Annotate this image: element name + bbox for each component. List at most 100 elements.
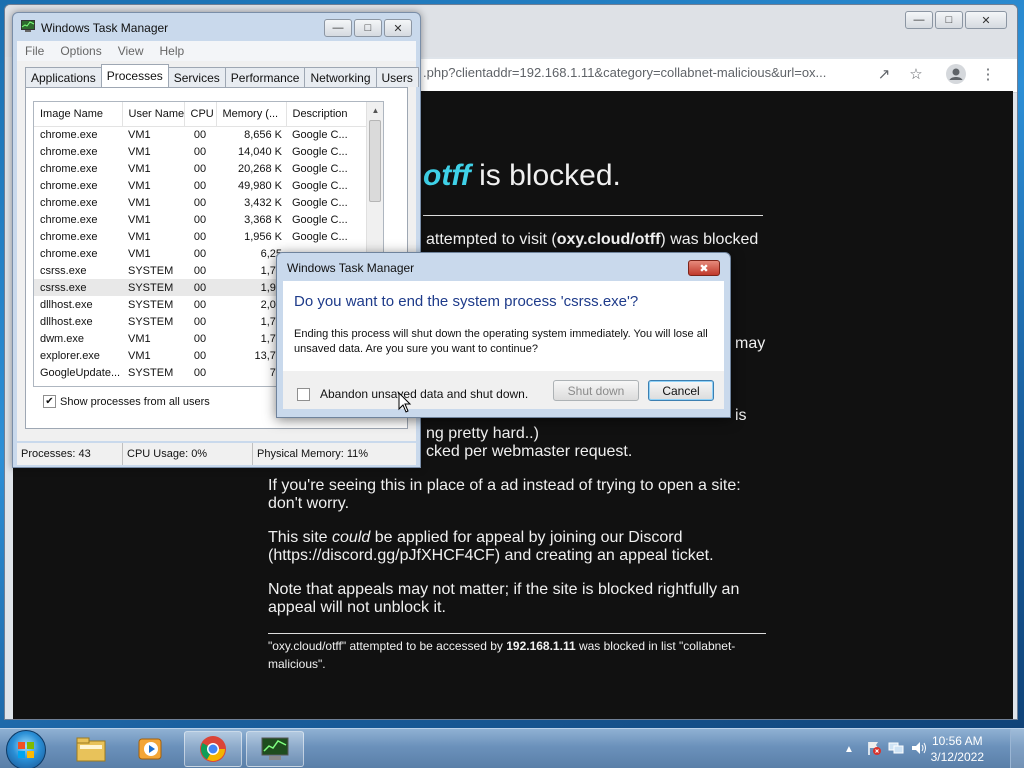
status-processes: Processes: 43 xyxy=(17,443,123,465)
clock-date: 3/12/2022 xyxy=(930,750,984,764)
task-manager-app-icon xyxy=(21,20,35,35)
cell-image-name: dllhost.exe xyxy=(40,298,93,311)
taskbar-chrome[interactable] xyxy=(184,731,242,767)
cell-image-name: dllhost.exe xyxy=(40,315,93,328)
taskbar-clock[interactable]: 10:56 AM 3/12/2022 xyxy=(931,733,984,765)
column-description[interactable]: Description xyxy=(286,102,369,127)
chrome-icon xyxy=(200,736,226,762)
cancel-button[interactable]: Cancel xyxy=(648,380,714,401)
network-icon[interactable] xyxy=(888,740,904,759)
dialog-footer: Abandon unsaved data and shut down. Shut… xyxy=(283,371,724,409)
task-manager-window-controls: — □ ✕ xyxy=(324,19,412,37)
cell-user-name: VM1 xyxy=(128,332,151,345)
tab-processes[interactable]: Processes xyxy=(100,64,169,87)
tm-minimize-button[interactable]: — xyxy=(324,19,352,37)
table-row[interactable]: chrome.exe VM1 00 20,268 K Google C... xyxy=(34,160,368,177)
cell-memory: 3,432 K xyxy=(244,196,282,209)
scroll-up-arrow-icon[interactable]: ▲ xyxy=(367,102,383,118)
column-image-name[interactable]: Image Name xyxy=(34,102,123,127)
table-row[interactable]: chrome.exe VM1 00 8,656 K Google C... xyxy=(34,126,368,143)
cell-user-name: SYSTEM xyxy=(122,279,184,296)
status-cpu: CPU Usage: 0% xyxy=(123,443,253,465)
cell-description: Google C... xyxy=(292,213,348,226)
para-appeal-note: Note that appeals may not matter; if the… xyxy=(268,581,740,616)
column-user-name[interactable]: User Name xyxy=(122,102,185,127)
cell-user-name: VM1 xyxy=(128,213,151,226)
cell-cpu: 00 xyxy=(193,230,207,243)
cell-cpu: 00 xyxy=(193,247,207,260)
status-memory: Physical Memory: 11% xyxy=(257,448,369,460)
share-icon[interactable]: ↗ xyxy=(873,63,895,85)
para-ad-notice: If you're seeing this in place of a ad i… xyxy=(268,477,741,512)
bottom-divider xyxy=(268,633,766,634)
abandon-data-option[interactable]: Abandon unsaved data and shut down. xyxy=(297,387,528,401)
cell-memory: 14,040 K xyxy=(237,145,282,158)
taskbar-explorer[interactable] xyxy=(62,731,120,767)
action-center-flag-icon[interactable] xyxy=(866,740,882,759)
taskbar-task-manager[interactable] xyxy=(246,731,304,767)
para-appeal-italic: could xyxy=(332,529,371,546)
task-manager-tabs: Applications Processes Services Performa… xyxy=(25,64,419,87)
folder-icon xyxy=(76,737,106,762)
table-row[interactable]: chrome.exe VM1 00 3,368 K Google C... xyxy=(34,211,368,228)
url-text[interactable]: .php?clientaddr=192.168.1.11&category=co… xyxy=(423,65,826,80)
close-button[interactable]: ✕ xyxy=(965,11,1007,29)
tab-services[interactable]: Services xyxy=(167,67,226,87)
abandon-data-checkbox[interactable] xyxy=(297,387,310,401)
media-player-icon xyxy=(138,738,162,760)
table-row[interactable]: chrome.exe VM1 00 3,432 K Google C... xyxy=(34,194,368,211)
mouse-cursor-icon xyxy=(398,391,412,417)
column-cpu[interactable]: CPU xyxy=(184,102,217,127)
taskbar-media-player[interactable] xyxy=(122,731,180,767)
abandon-data-label: Abandon unsaved data and shut down. xyxy=(320,387,529,401)
cell-user-name: SYSTEM xyxy=(128,366,174,379)
para-appeal-pre: This site xyxy=(268,529,333,546)
para-partial-2: cked per webmaster request. xyxy=(426,443,633,460)
table-row[interactable]: chrome.exe VM1 00 1,956 K Google C... xyxy=(34,228,368,245)
tab-applications[interactable]: Applications xyxy=(25,67,102,87)
cell-description: Google C... xyxy=(292,196,348,209)
cell-cpu: 00 xyxy=(193,179,207,192)
tab-performance[interactable]: Performance xyxy=(224,67,306,87)
start-button[interactable] xyxy=(6,730,46,768)
para-fragment-may: may xyxy=(735,335,766,352)
profile-avatar-icon[interactable] xyxy=(945,63,967,85)
cell-memory: 8,656 K xyxy=(244,128,282,141)
cell-image-name: chrome.exe xyxy=(40,145,98,158)
table-row[interactable]: chrome.exe VM1 00 49,980 K Google C... xyxy=(34,177,368,194)
show-all-users-checkbox[interactable]: ✔ xyxy=(43,395,56,408)
minimize-button[interactable]: — xyxy=(905,11,933,29)
scroll-thumb[interactable] xyxy=(369,120,381,202)
menu-view[interactable]: View xyxy=(118,44,144,58)
bookmark-star-icon[interactable]: ☆ xyxy=(905,63,927,85)
task-manager-titlebar: Windows Task Manager xyxy=(21,20,168,35)
tm-maximize-button[interactable]: □ xyxy=(354,19,382,37)
volume-icon[interactable] xyxy=(910,740,928,759)
tm-close-button[interactable]: ✕ xyxy=(384,19,412,37)
para-fragment-is: is xyxy=(735,407,747,424)
table-row[interactable]: chrome.exe VM1 00 14,040 K Google C... xyxy=(34,143,368,160)
tab-users[interactable]: Users xyxy=(375,67,419,87)
tab-networking[interactable]: Networking xyxy=(304,67,377,87)
cell-description: Google C... xyxy=(292,145,348,158)
page-footer: "oxy.cloud/otff" attempted to be accesse… xyxy=(268,637,758,673)
shutdown-button[interactable]: Shut down xyxy=(553,380,639,401)
menu-help[interactable]: Help xyxy=(160,44,185,58)
menu-options[interactable]: Options xyxy=(60,44,101,58)
show-all-users-label: Show processes from all users xyxy=(60,395,210,408)
task-manager-menubar: File Options View Help xyxy=(17,41,416,61)
cell-user-name: VM1 xyxy=(128,349,151,362)
show-hidden-icons-icon[interactable]: ▲ xyxy=(844,744,858,755)
cell-cpu: 00 xyxy=(193,366,207,379)
maximize-button[interactable]: □ xyxy=(935,11,963,29)
cell-image-name: dwm.exe xyxy=(40,332,85,345)
show-all-users-option[interactable]: ✔ Show processes from all users xyxy=(43,395,210,408)
show-desktop-button[interactable] xyxy=(1010,729,1024,768)
menu-file[interactable]: File xyxy=(25,44,44,58)
clock-time: 10:56 AM xyxy=(931,734,983,748)
column-memory[interactable]: Memory (... xyxy=(216,102,287,127)
cell-image-name: chrome.exe xyxy=(40,162,98,175)
dialog-close-button[interactable]: ✖ xyxy=(688,260,720,276)
cell-memory: 49,980 K xyxy=(237,179,282,192)
menu-kebab-icon[interactable]: ⋮ xyxy=(977,63,999,85)
